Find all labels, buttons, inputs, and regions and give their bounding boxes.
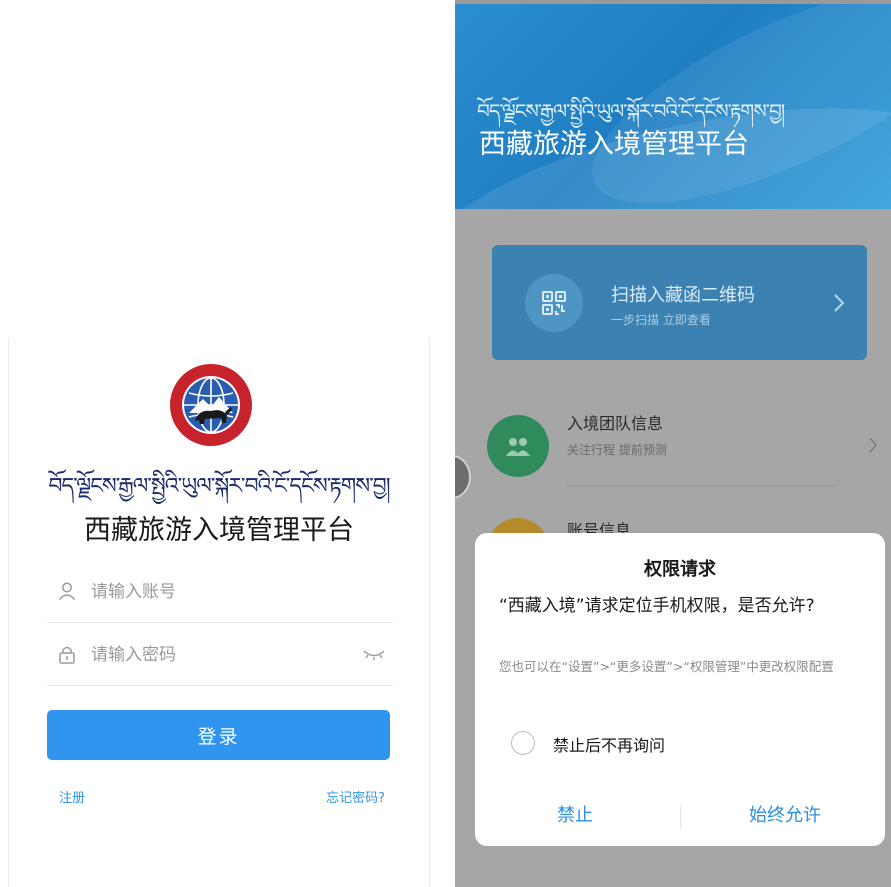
permission-dialog: 权限请求 “西藏入境”请求定位手机权限，是否允许? 您也可以在“设置”>“更多设… bbox=[475, 533, 885, 846]
row-divider bbox=[567, 485, 837, 486]
dialog-message: “西藏入境”请求定位手机权限，是否允许? bbox=[499, 596, 815, 616]
scan-card-title: 扫描入藏函二维码 bbox=[611, 285, 755, 306]
account-input[interactable] bbox=[91, 577, 351, 607]
dialog-note: 您也可以在“设置”>“更多设置”>“权限管理”中更改权限配置 bbox=[499, 659, 834, 674]
login-screen: བོད་ལྗོངས་རྒྱལ་སྤྱིའི་ཡུལ་སྐོར་བའི་ངོ་དང… bbox=[8, 338, 430, 887]
forgot-password-link[interactable]: 忘记密码? bbox=[326, 787, 385, 806]
team-info-subtitle: 关注行程 提前预测 bbox=[567, 443, 667, 457]
home-screen: བོད་ལྗོངས་རྒྱལ་སྤྱིའི་ཡུལ་སྐོར་བའི་ངོ་དང… bbox=[455, 0, 891, 887]
china-tibet-tour-logo bbox=[170, 364, 252, 446]
scan-card-subtitle: 一步扫描 立即查看 bbox=[611, 313, 711, 327]
scan-icon-circle bbox=[525, 274, 583, 332]
account-field[interactable] bbox=[47, 563, 393, 623]
always-allow-button[interactable]: 始终允许 bbox=[720, 801, 850, 827]
chevron-right-icon bbox=[834, 294, 845, 312]
password-field[interactable] bbox=[47, 626, 393, 686]
header-banner: བོད་ལྗོངས་རྒྱལ་སྤྱིའི་ཡུལ་སྐོར་བའི་ངོ་དང… bbox=[455, 4, 891, 209]
eye-closed-icon[interactable] bbox=[363, 648, 385, 662]
user-icon bbox=[58, 582, 76, 600]
team-info-title[interactable]: 入境团队信息 bbox=[567, 410, 663, 434]
login-button[interactable]: 登录 bbox=[47, 710, 390, 760]
banner-title: 西藏旅游入境管理平台 bbox=[479, 129, 749, 160]
team-info-icon-circle[interactable] bbox=[487, 415, 549, 477]
app-title: 西藏旅游入境管理平台 bbox=[84, 515, 354, 546]
lock-icon bbox=[59, 646, 75, 664]
button-separator bbox=[680, 805, 681, 829]
dont-ask-again-radio[interactable] bbox=[511, 731, 535, 755]
deny-button[interactable]: 禁止 bbox=[515, 801, 635, 827]
dont-ask-again-label[interactable]: 禁止后不再询问 bbox=[553, 732, 665, 756]
password-input[interactable] bbox=[91, 640, 351, 670]
chevron-right-icon bbox=[869, 437, 877, 453]
scan-qr-card[interactable]: 扫描入藏函二维码 一步扫描 立即查看 bbox=[492, 245, 867, 360]
register-link[interactable]: 注册 bbox=[59, 787, 85, 806]
dialog-title: 权限请求 bbox=[644, 559, 716, 580]
people-icon bbox=[506, 438, 530, 456]
qr-scan-icon bbox=[542, 291, 566, 315]
